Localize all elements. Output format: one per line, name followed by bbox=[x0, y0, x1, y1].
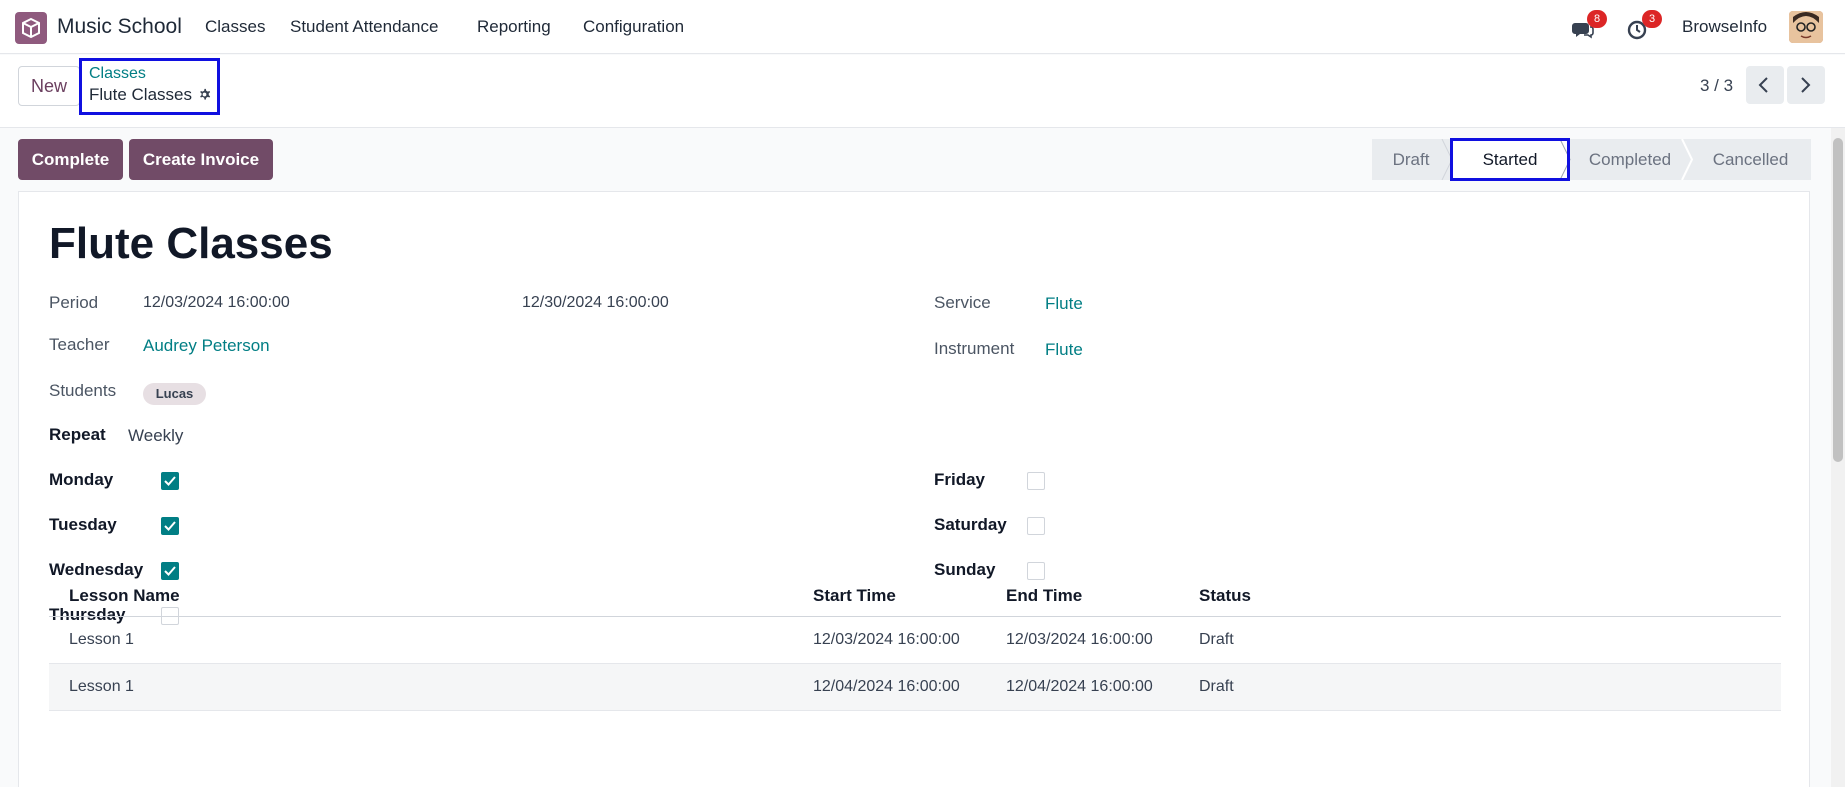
create-invoice-button[interactable]: Create Invoice bbox=[129, 139, 273, 180]
menu-reporting[interactable]: Reporting bbox=[477, 17, 551, 37]
pager-next-button[interactable] bbox=[1787, 66, 1825, 104]
activities-button[interactable]: 3 bbox=[1626, 10, 1662, 42]
stage-arrows bbox=[1441, 139, 1694, 180]
chevron-left-icon bbox=[1758, 77, 1768, 93]
menu-student-attendance[interactable]: Student Attendance bbox=[290, 17, 438, 37]
breadcrumb-current: Flute Classes bbox=[89, 85, 212, 107]
repeat-field[interactable]: Weekly bbox=[128, 426, 183, 446]
column-end-time[interactable]: End Time bbox=[1006, 586, 1082, 606]
menu-classes[interactable]: Classes bbox=[205, 17, 265, 37]
messages-button[interactable]: 8 bbox=[1571, 10, 1607, 42]
friday-label: Friday bbox=[934, 470, 986, 489]
period-start-field[interactable]: 12/03/2024 16:00:00 bbox=[143, 294, 290, 312]
table-row[interactable]: Lesson 1 12/03/2024 16:00:00 12/03/2024 … bbox=[49, 617, 1781, 664]
teacher-label: Teacher bbox=[49, 335, 110, 354]
instrument-field[interactable]: Flute bbox=[1045, 340, 1083, 360]
pager-counter[interactable]: 3 / 3 bbox=[1700, 76, 1733, 96]
breadcrumb-classes-link[interactable]: Classes bbox=[89, 65, 146, 83]
column-status[interactable]: Status bbox=[1199, 586, 1251, 606]
students-label: Students bbox=[49, 381, 117, 400]
new-button[interactable]: New bbox=[18, 66, 80, 106]
tuesday-checkbox[interactable] bbox=[161, 517, 179, 535]
start-time-cell: 12/03/2024 16:00:00 bbox=[813, 631, 960, 648]
check-icon bbox=[164, 521, 176, 531]
service-label: Service bbox=[934, 293, 991, 312]
company-switcher[interactable]: BrowseInfo bbox=[1682, 17, 1767, 37]
student-tag[interactable]: Lucas bbox=[143, 383, 206, 405]
end-time-cell: 12/03/2024 16:00:00 bbox=[1006, 631, 1153, 648]
check-icon bbox=[164, 476, 176, 486]
table-row[interactable]: Lesson 1 12/04/2024 16:00:00 12/04/2024 … bbox=[49, 664, 1781, 711]
record-title[interactable]: Flute Classes bbox=[49, 219, 333, 269]
pager-previous-button[interactable] bbox=[1746, 66, 1784, 104]
column-lesson-name[interactable]: Lesson Name bbox=[69, 586, 180, 606]
saturday-label: Saturday bbox=[934, 515, 1007, 534]
lessons-table-header: Lesson Name Start Time End Time Status bbox=[49, 574, 1781, 617]
service-field[interactable]: Flute bbox=[1045, 294, 1083, 314]
period-end-field[interactable]: 12/30/2024 16:00:00 bbox=[522, 294, 669, 312]
start-time-cell: 12/04/2024 16:00:00 bbox=[813, 678, 960, 695]
status-cell: Draft bbox=[1199, 678, 1234, 695]
instrument-label: Instrument bbox=[934, 339, 1015, 358]
messages-count-badge: 8 bbox=[1587, 10, 1607, 28]
chevron-right-icon bbox=[1801, 77, 1811, 93]
control-panel: New Classes Flute Classes 3 / 3 bbox=[0, 55, 1845, 128]
form-sheet: Flute Classes Period 12/03/2024 16:00:00… bbox=[18, 191, 1810, 787]
end-time-cell: 12/04/2024 16:00:00 bbox=[1006, 678, 1153, 695]
form-view: Complete Create Invoice Draft Started Co… bbox=[0, 128, 1845, 787]
status-cell: Draft bbox=[1199, 631, 1234, 648]
user-avatar[interactable] bbox=[1789, 11, 1823, 43]
gear-icon[interactable] bbox=[197, 87, 212, 107]
activities-count-badge: 3 bbox=[1642, 10, 1662, 28]
scrollbar-thumb[interactable] bbox=[1833, 138, 1843, 462]
complete-button[interactable]: Complete bbox=[18, 139, 123, 180]
monday-checkbox[interactable] bbox=[161, 472, 179, 490]
friday-checkbox[interactable] bbox=[1027, 472, 1045, 490]
menu-configuration[interactable]: Configuration bbox=[583, 17, 684, 37]
top-navbar: Music School Classes Student Attendance … bbox=[0, 0, 1845, 54]
column-start-time[interactable]: Start Time bbox=[813, 586, 896, 606]
teacher-field[interactable]: Audrey Peterson bbox=[143, 336, 270, 356]
breadcrumb-current-label: Flute Classes bbox=[89, 85, 192, 104]
period-label: Period bbox=[49, 293, 99, 312]
lesson-name-cell: Lesson 1 bbox=[69, 678, 134, 695]
app-logo-icon[interactable] bbox=[15, 12, 47, 44]
saturday-checkbox[interactable] bbox=[1027, 517, 1045, 535]
tuesday-label: Tuesday bbox=[49, 515, 117, 534]
monday-label: Monday bbox=[49, 470, 114, 489]
status-bar: Draft Started Completed Cancelled bbox=[1372, 138, 1811, 181]
repeat-label: Repeat bbox=[49, 425, 106, 444]
breadcrumb: Classes Flute Classes bbox=[79, 58, 220, 115]
scrollbar[interactable] bbox=[1831, 128, 1845, 787]
stage-highlight bbox=[1450, 138, 1570, 181]
app-name[interactable]: Music School bbox=[57, 15, 182, 39]
lesson-name-cell: Lesson 1 bbox=[69, 631, 134, 648]
